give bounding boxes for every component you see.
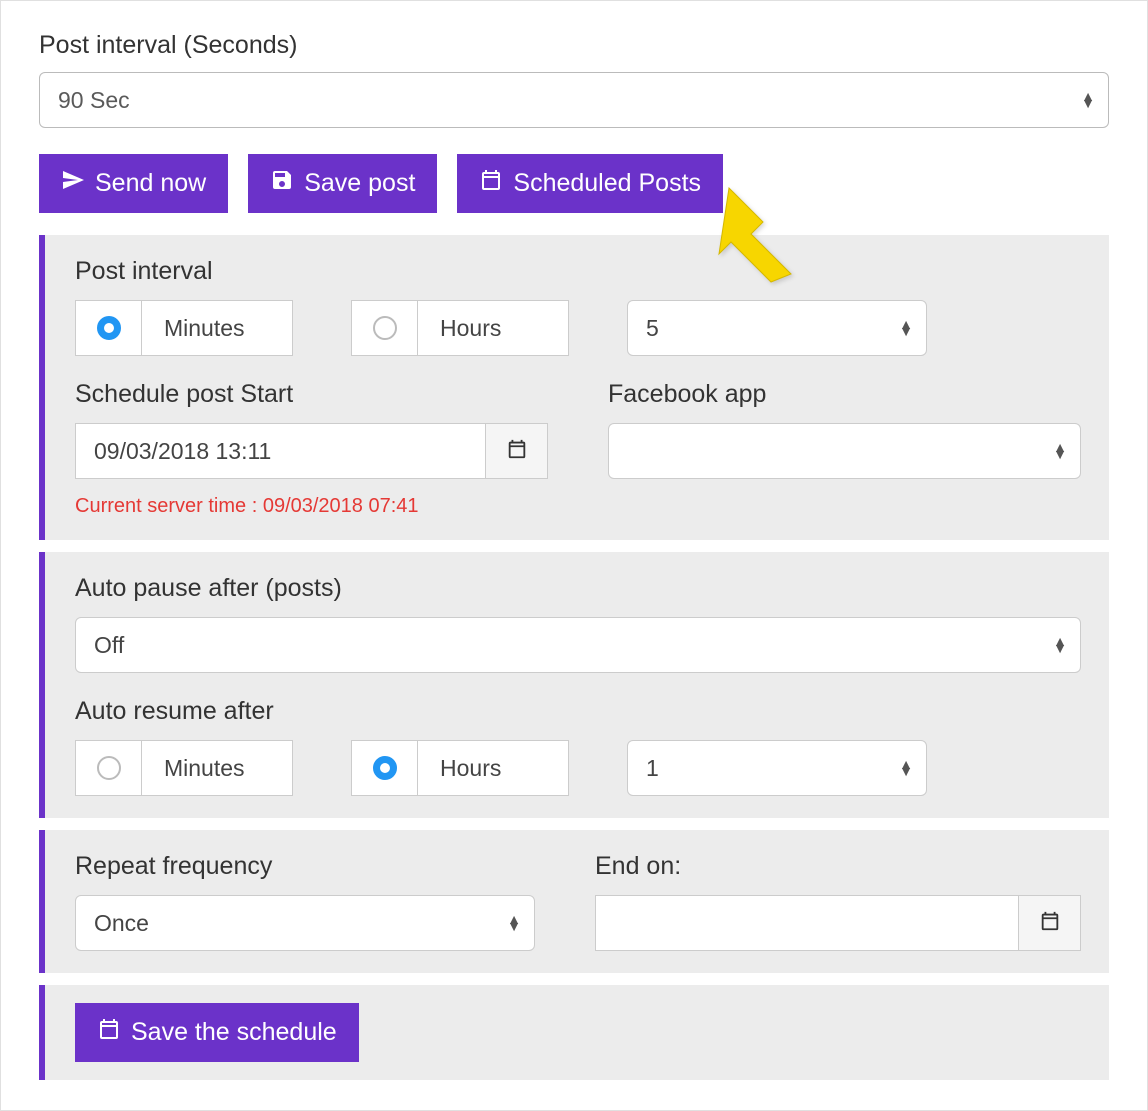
save-icon	[270, 168, 294, 199]
resume-minutes-radio-group[interactable]: Minutes	[75, 740, 293, 796]
minutes-radio-label: Minutes	[142, 315, 292, 342]
paper-plane-icon	[61, 168, 85, 199]
hours-radio-group[interactable]: Hours	[351, 300, 569, 356]
send-now-label: Send now	[95, 169, 206, 198]
schedule-start-input-group	[75, 423, 548, 479]
save-schedule-label: Save the schedule	[131, 1018, 337, 1047]
repeat-frequency-select-wrapper: Once ▲▼	[75, 895, 535, 951]
facebook-app-select[interactable]	[608, 423, 1081, 479]
post-interval-seconds-select-wrapper: 90 Sec ▲▼	[39, 72, 1109, 128]
radio-unchecked-icon	[373, 316, 397, 340]
end-on-input[interactable]	[595, 895, 1019, 951]
save-post-label: Save post	[304, 169, 415, 198]
resume-hours-radio-group[interactable]: Hours	[351, 740, 569, 796]
minutes-radio-box	[76, 301, 142, 355]
hours-radio-box	[352, 301, 418, 355]
repeat-panel: Repeat frequency Once ▲▼ End on:	[39, 830, 1109, 973]
calendar-icon	[97, 1017, 121, 1048]
server-time-text: Current server time : 09/03/2018 07:41	[75, 495, 548, 518]
schedule-start-input[interactable]	[75, 423, 486, 479]
radio-checked-icon	[373, 756, 397, 780]
save-post-button[interactable]: Save post	[248, 154, 437, 213]
end-on-calendar-button[interactable]	[1019, 895, 1081, 951]
calendar-icon	[506, 438, 528, 465]
end-on-label: End on:	[595, 852, 1081, 881]
radio-unchecked-icon	[97, 756, 121, 780]
schedule-start-label: Schedule post Start	[75, 380, 548, 409]
resume-minutes-radio-box	[76, 741, 142, 795]
resume-value-select[interactable]: 1	[627, 740, 927, 796]
facebook-app-col: Facebook app ▲▼	[608, 380, 1081, 518]
post-interval-panel: Post interval Minutes Hours 5 ▲▼	[39, 235, 1109, 540]
facebook-app-select-wrapper: ▲▼	[608, 423, 1081, 479]
post-interval-panel-label: Post interval	[75, 257, 1081, 286]
form-container: Post interval (Seconds) 90 Sec ▲▼ Send n…	[0, 0, 1148, 1111]
post-interval-radio-row: Minutes Hours 5 ▲▼	[75, 300, 1081, 356]
schedule-start-col: Schedule post Start Current server time …	[75, 380, 548, 518]
post-interval-seconds-label: Post interval (Seconds)	[39, 31, 1109, 60]
auto-pause-select[interactable]: Off	[75, 617, 1081, 673]
interval-value-select[interactable]: 5	[627, 300, 927, 356]
save-schedule-button[interactable]: Save the schedule	[75, 1003, 359, 1062]
auto-pause-label: Auto pause after (posts)	[75, 574, 1081, 603]
schedule-start-row: Schedule post Start Current server time …	[75, 380, 1081, 518]
scheduled-posts-button[interactable]: Scheduled Posts	[457, 154, 723, 213]
auto-resume-radio-row: Minutes Hours 1 ▲▼	[75, 740, 1081, 796]
schedule-start-calendar-button[interactable]	[486, 423, 548, 479]
send-now-button[interactable]: Send now	[39, 154, 228, 213]
auto-pause-select-wrapper: Off ▲▼	[75, 617, 1081, 673]
post-interval-seconds-select[interactable]: 90 Sec	[39, 72, 1109, 128]
minutes-radio-group[interactable]: Minutes	[75, 300, 293, 356]
end-on-input-group	[595, 895, 1081, 951]
resume-value-wrapper: 1 ▲▼	[627, 740, 927, 796]
calendar-icon	[479, 168, 503, 199]
save-schedule-panel: Save the schedule	[39, 985, 1109, 1080]
auto-resume-label: Auto resume after	[75, 697, 1081, 726]
resume-hours-radio-label: Hours	[418, 755, 568, 782]
repeat-frequency-select[interactable]: Once	[75, 895, 535, 951]
calendar-icon	[1039, 910, 1061, 937]
interval-value-wrapper: 5 ▲▼	[627, 300, 927, 356]
repeat-frequency-col: Repeat frequency Once ▲▼	[75, 852, 535, 951]
hours-radio-label: Hours	[418, 315, 568, 342]
resume-hours-radio-box	[352, 741, 418, 795]
end-on-col: End on:	[595, 852, 1081, 951]
repeat-row: Repeat frequency Once ▲▼ End on:	[75, 852, 1081, 951]
repeat-frequency-label: Repeat frequency	[75, 852, 535, 881]
resume-minutes-radio-label: Minutes	[142, 755, 292, 782]
auto-pause-panel: Auto pause after (posts) Off ▲▼ Auto res…	[39, 552, 1109, 818]
scheduled-posts-label: Scheduled Posts	[513, 169, 701, 198]
action-button-row: Send now Save post Scheduled Posts	[39, 154, 1109, 213]
radio-checked-icon	[97, 316, 121, 340]
facebook-app-label: Facebook app	[608, 380, 1081, 409]
